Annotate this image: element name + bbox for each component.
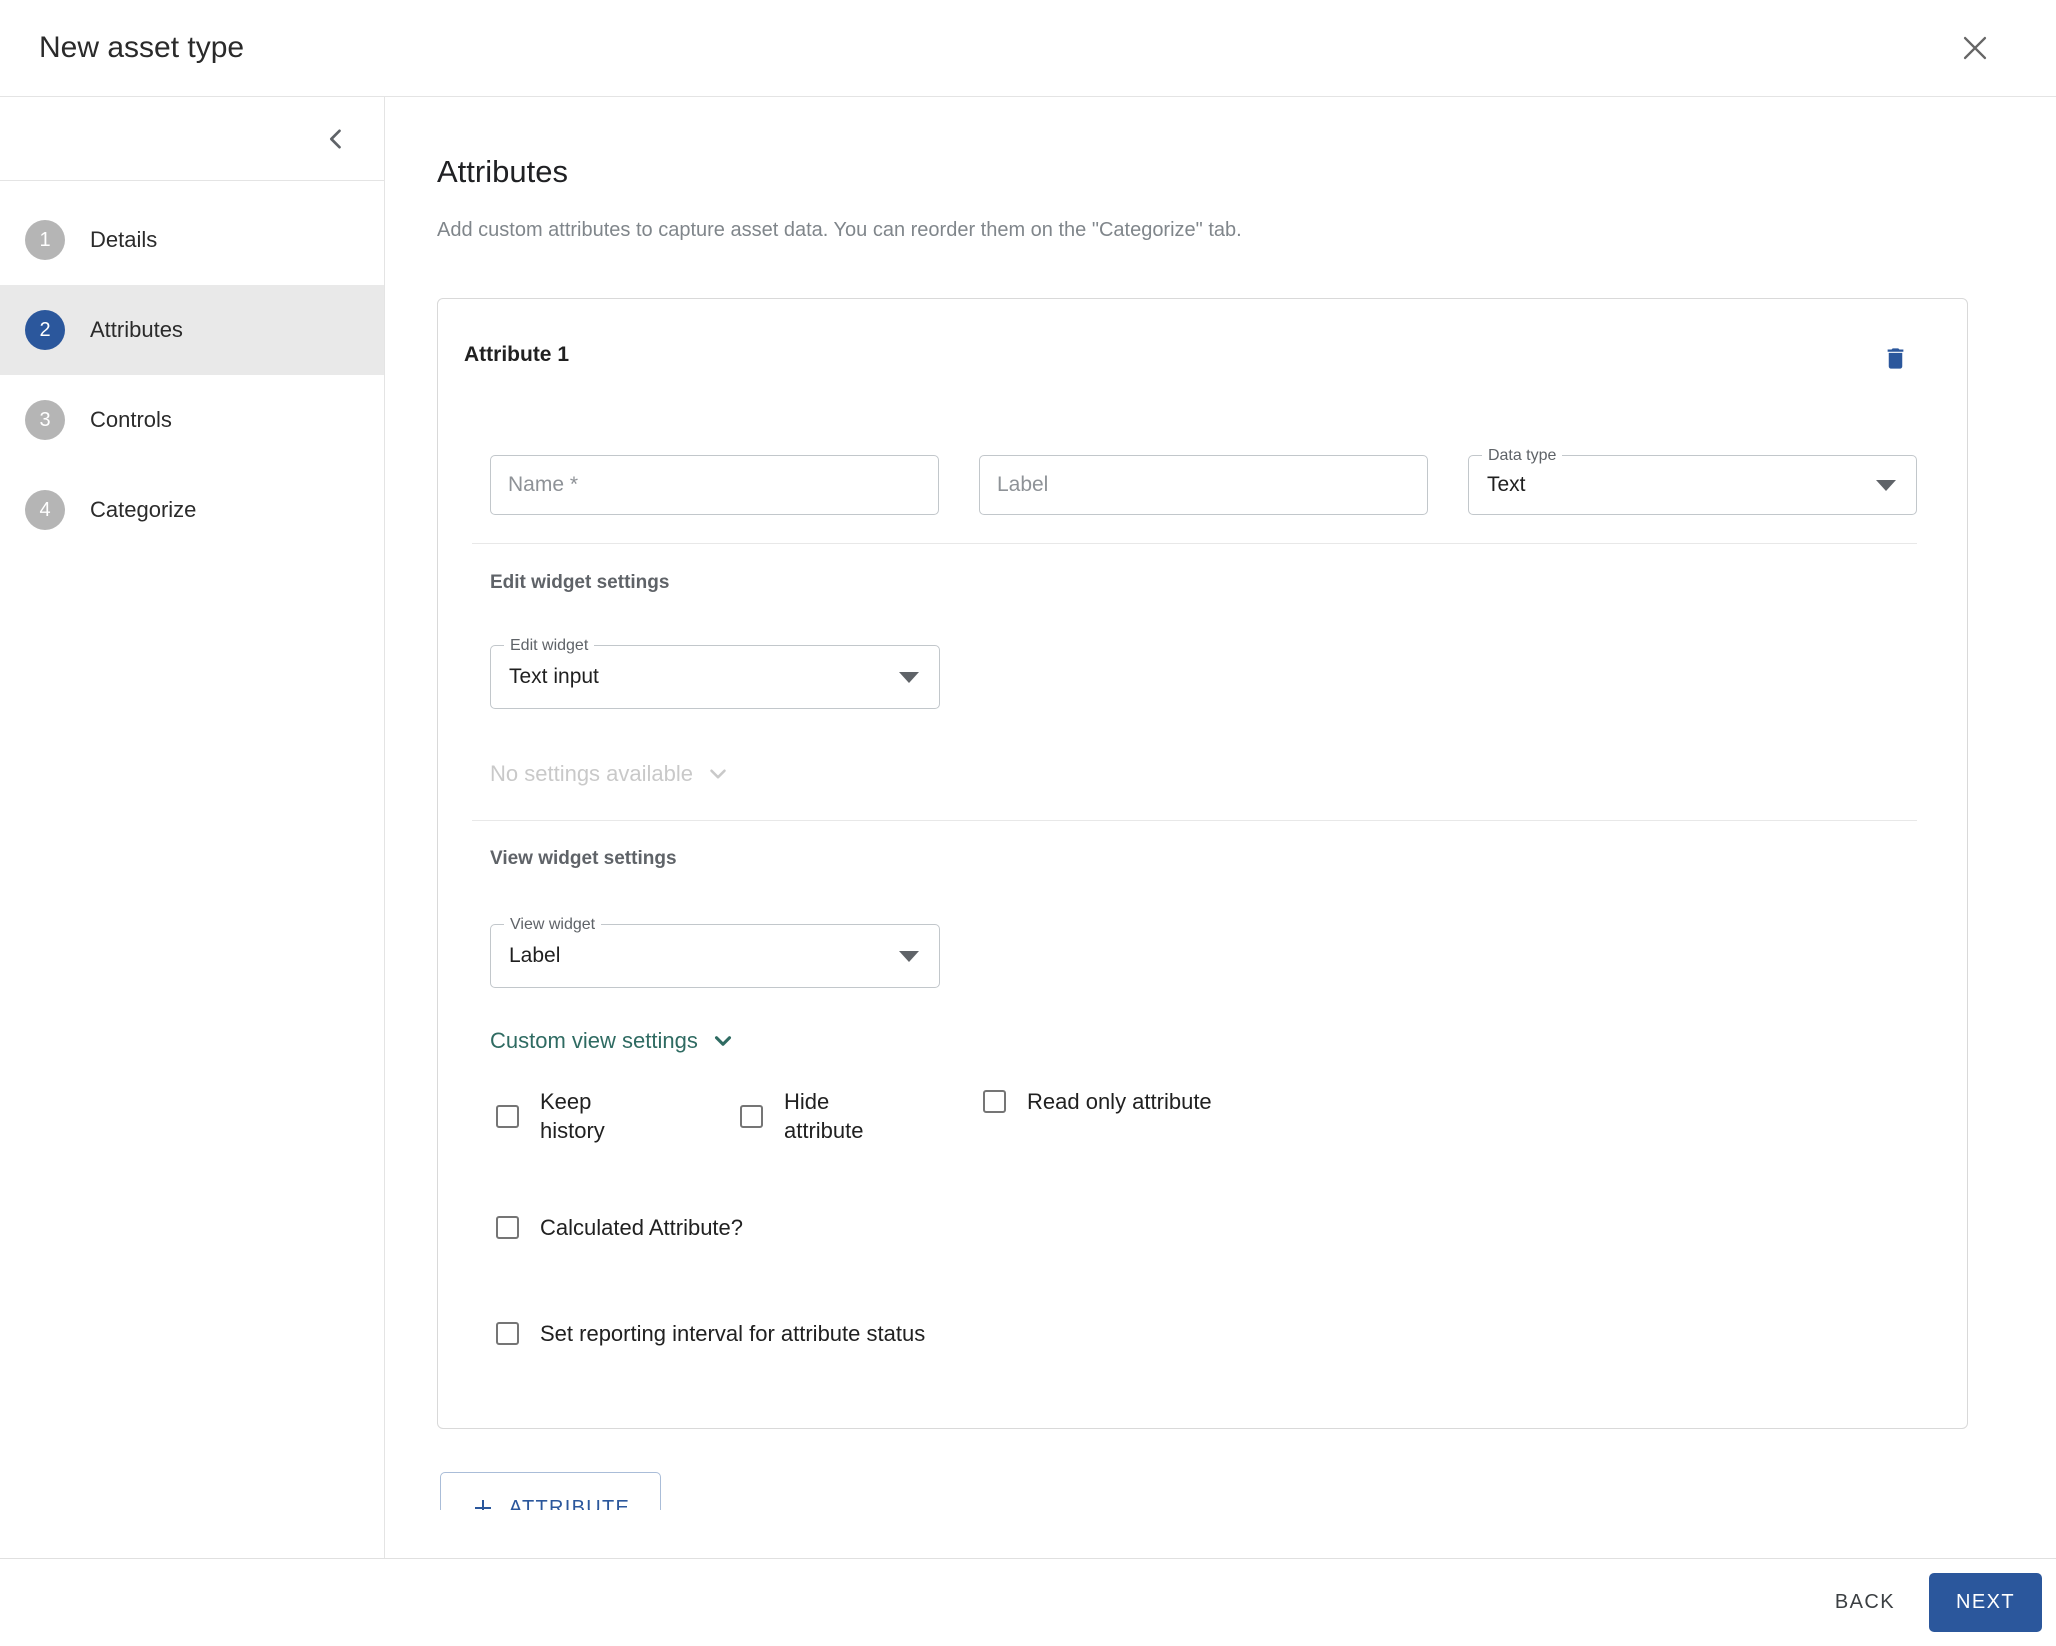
chevron-left-icon — [322, 125, 350, 153]
data-type-select-value: Text — [1487, 473, 1526, 497]
scroll-area[interactable]: Attributes Add custom attributes to capt… — [385, 97, 2056, 1510]
custom-view-settings-toggle[interactable]: Custom view settings — [490, 1028, 736, 1054]
view-widget-select-value: Label — [509, 944, 560, 968]
back-button[interactable]: BACK — [1811, 1575, 1919, 1630]
keep-history-checkbox[interactable] — [496, 1105, 519, 1128]
keep-history-option[interactable]: Keep history — [496, 1087, 740, 1145]
view-widget-settings-heading: View widget settings — [490, 848, 1915, 870]
divider — [472, 820, 1917, 821]
sidebar-collapse-button[interactable] — [318, 121, 354, 157]
edit-widget-select[interactable]: Edit widget Text input — [490, 645, 940, 709]
no-settings-toggle: No settings available — [490, 761, 731, 787]
view-widget-select-label: View widget — [504, 915, 601, 934]
modal-body: 1 Details 2 Attributes 3 Controls 4 Cate… — [0, 97, 2056, 1558]
edit-widget-select-label: Edit widget — [504, 636, 594, 655]
step-item-attributes[interactable]: 2 Attributes — [0, 285, 384, 375]
step-label: Attributes — [90, 317, 183, 343]
label-input[interactable] — [979, 455, 1428, 515]
step-number-badge: 4 — [25, 490, 65, 530]
attribute-fields-row: Data type Text — [438, 455, 1967, 515]
step-label: Controls — [90, 407, 172, 433]
chevron-down-icon — [705, 761, 731, 787]
checkbox-row: Keep history Hide attribute — [438, 1087, 1967, 1145]
trash-icon — [1882, 343, 1909, 374]
reporting-interval-row: Set reporting interval for attribute sta… — [438, 1319, 1967, 1348]
data-type-select-label: Data type — [1482, 446, 1562, 465]
view-widget-select-wrap: View widget Label — [490, 924, 1915, 988]
data-type-select[interactable]: Data type Text — [1468, 455, 1917, 515]
dropdown-caret-icon — [1876, 480, 1896, 491]
checkbox-label: Calculated Attribute? — [540, 1213, 743, 1242]
close-icon — [1958, 31, 1992, 65]
plus-icon — [471, 1496, 495, 1510]
add-attribute-button[interactable]: ATTRIBUTE — [440, 1472, 661, 1510]
modal-header: New asset type — [0, 0, 2056, 97]
step-item-details[interactable]: 1 Details — [0, 195, 384, 285]
main-content: Attributes Add custom attributes to capt… — [385, 97, 2056, 1558]
attribute-card-header: Attribute 1 — [438, 299, 1967, 374]
calculated-attribute-checkbox[interactable] — [496, 1216, 519, 1239]
dropdown-caret-icon — [899, 951, 919, 962]
edit-widget-select-value: Text input — [509, 665, 599, 689]
hide-attribute-checkbox[interactable] — [740, 1105, 763, 1128]
calculated-attribute-option[interactable]: Calculated Attribute? — [496, 1213, 1967, 1242]
divider — [472, 543, 1917, 544]
checkbox-label: Hide attribute — [784, 1087, 894, 1145]
name-input[interactable] — [490, 455, 939, 515]
modal-footer: BACK NEXT — [0, 1558, 2056, 1646]
step-number-badge: 2 — [25, 310, 65, 350]
step-item-categorize[interactable]: 4 Categorize — [0, 465, 384, 555]
chevron-down-icon — [710, 1028, 736, 1054]
reporting-interval-option[interactable]: Set reporting interval for attribute sta… — [496, 1319, 1967, 1348]
modal-title: New asset type — [39, 31, 244, 65]
custom-view-settings-label: Custom view settings — [490, 1028, 698, 1054]
edit-widget-settings-heading: Edit widget settings — [490, 572, 1915, 594]
new-asset-type-modal: New asset type 1 Details — [0, 0, 2056, 1646]
add-attribute-label: ATTRIBUTE — [509, 1497, 630, 1510]
reporting-interval-checkbox[interactable] — [496, 1322, 519, 1345]
step-list: 1 Details 2 Attributes 3 Controls 4 Cate… — [0, 181, 384, 555]
read-only-attribute-checkbox[interactable] — [983, 1090, 1006, 1113]
no-settings-label: No settings available — [490, 761, 693, 787]
read-only-attribute-option[interactable]: Read only attribute — [983, 1087, 1212, 1116]
page-subtitle: Add custom attributes to capture asset d… — [437, 218, 2056, 242]
step-label: Details — [90, 227, 157, 253]
step-number-badge: 3 — [25, 400, 65, 440]
edit-widget-select-wrap: Edit widget Text input — [490, 645, 1915, 709]
delete-attribute-button[interactable] — [1882, 343, 1909, 374]
sidebar-top — [0, 97, 384, 181]
page-title: Attributes — [437, 153, 2056, 190]
step-number-badge: 1 — [25, 220, 65, 260]
stepper-sidebar: 1 Details 2 Attributes 3 Controls 4 Cate… — [0, 97, 385, 1558]
step-item-controls[interactable]: 3 Controls — [0, 375, 384, 465]
attribute-card-title: Attribute 1 — [464, 343, 569, 367]
hide-attribute-option[interactable]: Hide attribute — [740, 1087, 983, 1145]
calculated-attribute-row: Calculated Attribute? — [438, 1213, 1967, 1242]
checkbox-label: Set reporting interval for attribute sta… — [540, 1319, 925, 1348]
close-button[interactable] — [1950, 23, 2000, 73]
next-button[interactable]: NEXT — [1929, 1573, 2042, 1632]
attribute-card: Attribute 1 Data type Text — [437, 298, 1968, 1429]
checkbox-label: Keep history — [540, 1087, 640, 1145]
view-widget-select[interactable]: View widget Label — [490, 924, 940, 988]
dropdown-caret-icon — [899, 672, 919, 683]
checkbox-label: Read only attribute — [1027, 1087, 1212, 1116]
step-label: Categorize — [90, 497, 196, 523]
